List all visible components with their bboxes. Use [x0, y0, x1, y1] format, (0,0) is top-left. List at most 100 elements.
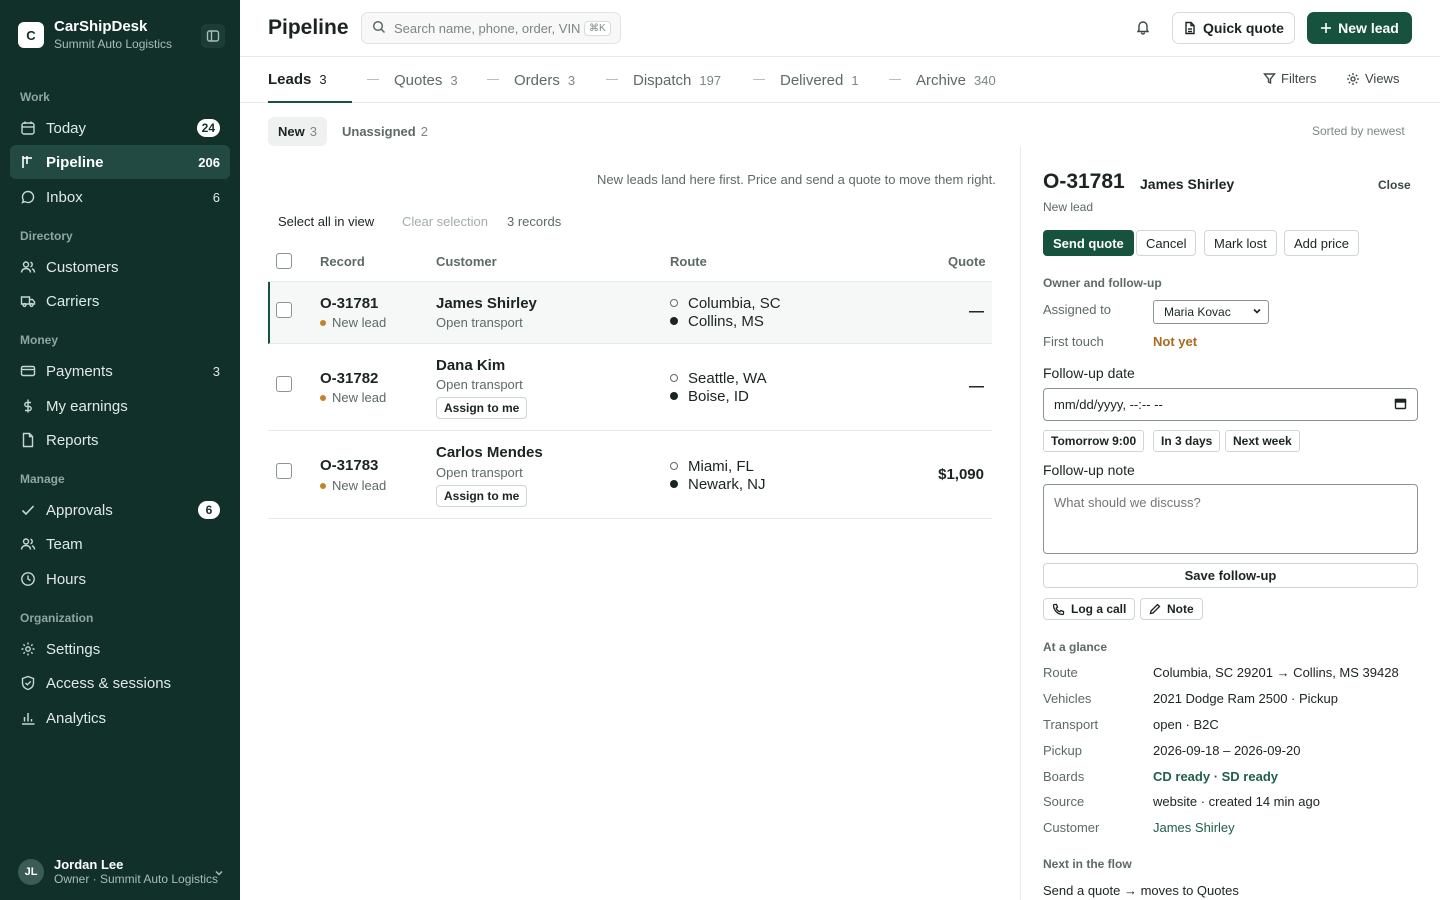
tab-label: Dispatch — [633, 71, 692, 89]
column-header-customer[interactable]: Customer — [436, 254, 497, 269]
row-checkbox[interactable] — [276, 463, 292, 479]
sidebar-item-access-sessions[interactable]: Access & sessions — [10, 666, 230, 700]
sidebar-item-label: Customers — [46, 258, 119, 276]
sidebar-item-analytics[interactable]: Analytics — [10, 701, 230, 735]
sort-indicator[interactable]: Sorted by newest — [1312, 124, 1405, 138]
quick-quote-label: Quick quote — [1203, 20, 1284, 36]
user-name: Jordan Lee — [54, 857, 124, 872]
sidebar-item-payments[interactable]: Payments 3 — [10, 354, 230, 388]
brand[interactable]: C CarShipDesk Summit Auto Logistics — [18, 18, 172, 52]
quick-quote-button[interactable]: Quick quote — [1172, 12, 1295, 44]
views-button[interactable]: Views — [1346, 71, 1399, 86]
status-dot — [320, 319, 326, 326]
sidebar-item-settings[interactable]: Settings — [10, 632, 230, 666]
select-all-button[interactable]: Select all in view — [278, 214, 374, 229]
count-badge: 6 — [198, 501, 220, 519]
sidebar-item-hours[interactable]: Hours — [10, 562, 230, 596]
glance-transport: open · B2C — [1153, 717, 1219, 732]
cancel-button[interactable]: Cancel — [1136, 230, 1197, 256]
search-box[interactable]: ⌘K — [361, 12, 621, 44]
glance-customer-link[interactable]: James Shirley — [1153, 820, 1235, 835]
tab-leads[interactable]: Leads 3 — [268, 57, 352, 103]
clear-selection-button[interactable]: Clear selection — [402, 214, 488, 229]
assignee-select[interactable]: Maria Kovac — [1153, 300, 1269, 324]
document-icon — [1185, 21, 1195, 35]
calendar-icon[interactable] — [1394, 397, 1407, 413]
origin-dot — [670, 299, 678, 307]
note-button[interactable]: Note — [1140, 598, 1203, 620]
glance-label: Customer — [1043, 820, 1100, 835]
document-icon — [20, 432, 36, 448]
tab-delivered[interactable]: Delivered 1 — [780, 57, 859, 103]
owner-section-title: Owner and follow-up — [1043, 276, 1162, 290]
quick-date-3-days[interactable]: In 3 days — [1153, 430, 1221, 452]
sidebar-item-label: Approvals — [46, 501, 113, 519]
sidebar-item-inbox[interactable]: Inbox 6 — [10, 180, 230, 214]
sidebar-item-team[interactable]: Team — [10, 527, 230, 561]
origin-dot — [670, 462, 678, 470]
sidebar-item-customers[interactable]: Customers — [10, 250, 230, 284]
avatar: JL — [18, 859, 44, 885]
followup-date-input[interactable]: mm/dd/yyyy, --:-- -- — [1043, 388, 1418, 421]
check-icon — [20, 502, 36, 518]
sidebar-item-label: Reports — [46, 431, 99, 449]
followup-note-input[interactable] — [1043, 484, 1418, 554]
search-input[interactable] — [394, 20, 584, 36]
table-row[interactable]: O-31783 New lead Carlos Mendes Open tran… — [268, 431, 992, 519]
log-call-button[interactable]: Log a call — [1043, 598, 1136, 620]
record-status: New lead — [320, 478, 386, 493]
subtab-unassigned[interactable]: Unassigned 2 — [332, 117, 438, 146]
next-section-title: Next in the flow — [1043, 857, 1132, 871]
mark-lost-button[interactable]: Mark lost — [1204, 230, 1277, 256]
close-button[interactable]: Close — [1378, 178, 1411, 192]
sidebar-item-approvals[interactable]: Approvals 6 — [10, 493, 230, 527]
sidebar-item-my-earnings[interactable]: My earnings — [10, 389, 230, 423]
record-id: O-31781 — [320, 295, 379, 312]
tab-dispatch[interactable]: Dispatch 197 — [633, 57, 721, 103]
detail-customer-name: James Shirley — [1140, 176, 1235, 192]
assign-to-me-button[interactable]: Assign to me — [436, 397, 528, 419]
user-menu[interactable]: JL Jordan Lee Owner · Summit Auto Logist… — [18, 857, 228, 887]
save-followup-button[interactable]: Save follow-up — [1043, 563, 1418, 588]
sidebar-item-today[interactable]: Today 24 — [10, 111, 230, 145]
route-destination: Collins, MS — [688, 312, 764, 330]
calendar-icon — [20, 120, 36, 136]
tab-orders[interactable]: Orders 3 — [514, 57, 575, 103]
subtab-count: 2 — [420, 124, 428, 139]
sidebar-item-reports[interactable]: Reports — [10, 423, 230, 457]
quick-date-next-week[interactable]: Next week — [1225, 430, 1300, 452]
glance-label: Transport — [1043, 717, 1099, 732]
row-checkbox[interactable] — [276, 376, 292, 392]
subtab-new[interactable]: New 3 — [268, 117, 327, 146]
quick-date-tomorrow[interactable]: Tomorrow 9:00 — [1043, 430, 1145, 452]
tab-count: 1 — [851, 72, 859, 88]
column-header-quote[interactable]: Quote — [948, 254, 986, 269]
collapse-sidebar-button[interactable] — [201, 24, 225, 48]
column-header-route[interactable]: Route — [670, 254, 707, 269]
filters-button[interactable]: Filters — [1263, 71, 1316, 86]
select-all-checkbox[interactable] — [276, 253, 292, 269]
send-quote-button[interactable]: Send quote — [1043, 230, 1134, 256]
bell-icon[interactable] — [1135, 19, 1151, 38]
row-checkbox[interactable] — [276, 302, 292, 318]
glance-label: Vehicles — [1043, 691, 1092, 706]
tab-archive[interactable]: Archive 340 — [916, 57, 996, 103]
tab-count: 340 — [974, 72, 996, 88]
sidebar-item-pipeline[interactable]: Pipeline 206 — [10, 145, 230, 179]
nav-section-money: Money — [20, 333, 59, 347]
table-row[interactable]: O-31782 New lead Dana Kim Open transport… — [268, 344, 992, 431]
assign-to-me-button[interactable]: Assign to me — [436, 485, 528, 507]
add-price-button[interactable]: Add price — [1284, 230, 1359, 256]
detail-stage: New lead — [1043, 200, 1094, 214]
tab-quotes[interactable]: Quotes 3 — [394, 57, 458, 103]
phone-icon — [1052, 603, 1065, 615]
glance-section-title: At a glance — [1043, 640, 1108, 654]
table-row[interactable]: O-31781 New lead James Shirley Open tran… — [268, 282, 992, 344]
quote-value: $1,090 — [938, 466, 984, 483]
transport-type: Open transport — [436, 315, 523, 330]
new-lead-button[interactable]: New lead — [1307, 12, 1412, 44]
sidebar-item-carriers[interactable]: Carriers — [10, 284, 230, 318]
filters-label: Filters — [1281, 71, 1317, 86]
column-header-record[interactable]: Record — [320, 254, 365, 269]
clock-icon — [20, 571, 36, 587]
